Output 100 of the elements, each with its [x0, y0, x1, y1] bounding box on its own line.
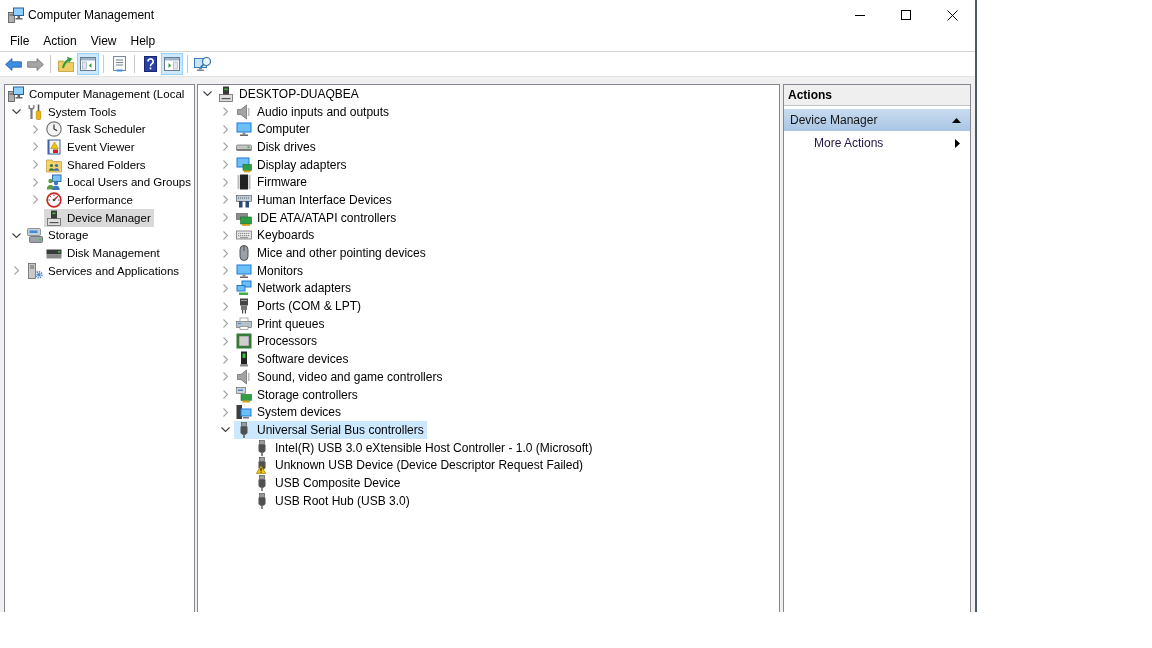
menu-item[interactable]: Action: [36, 31, 84, 50]
chevron-right-icon[interactable]: [222, 248, 228, 258]
display-adapter-icon: [236, 156, 252, 173]
tree-item[interactable]: Storage: [25, 226, 92, 245]
processor-icon: [236, 333, 252, 350]
tree-item[interactable]: Print queues: [234, 314, 328, 333]
tree-item[interactable]: Keyboards: [234, 226, 318, 245]
tree-item[interactable]: USB Root Hub (USB 3.0): [252, 491, 413, 510]
tree-item[interactable]: Intel(R) USB 3.0 eXtensible Host Controller - 1.0 (Microsoft): [252, 438, 596, 457]
tree-item[interactable]: System Tools: [25, 102, 120, 121]
chevron-right-icon[interactable]: [222, 124, 228, 134]
tree-item[interactable]: Mice and other pointing devices: [234, 244, 429, 263]
device-icon: [46, 209, 62, 226]
chevron-right-icon[interactable]: [32, 124, 38, 134]
chevron-right-icon[interactable]: [32, 160, 38, 170]
tree-item[interactable]: Network adapters: [234, 279, 355, 298]
tree-item[interactable]: Shared Folders: [44, 155, 149, 174]
chevron-down-icon[interactable]: [11, 109, 21, 115]
computer-icon: [8, 7, 24, 23]
window-title: Computer Management: [28, 8, 155, 22]
chevron-right-icon[interactable]: [222, 160, 228, 170]
tree-item[interactable]: Universal Serial Bus controllers: [234, 420, 427, 439]
chevron-down-icon[interactable]: [220, 427, 230, 433]
maximize-icon: [901, 10, 911, 20]
chevron-right-icon[interactable]: [222, 390, 228, 400]
panel-left-icon: [80, 57, 96, 71]
tree-item[interactable]: Storage controllers: [234, 385, 361, 404]
action-item[interactable]: More Actions: [784, 133, 970, 153]
tree-item[interactable]: Computer: [234, 120, 313, 139]
storage-icon: [27, 227, 43, 244]
chevron-right-icon[interactable]: [32, 177, 38, 187]
gauge-icon: [46, 191, 62, 208]
tree-item[interactable]: Device Manager: [44, 208, 154, 227]
back-arrow-icon: [4, 57, 22, 71]
chevron-right-icon[interactable]: [222, 336, 228, 346]
tree-item[interactable]: Human Interface Devices: [234, 190, 395, 209]
tree-item[interactable]: Disk drives: [234, 137, 319, 156]
tree-item[interactable]: Services and Applications: [25, 261, 183, 280]
tree-item[interactable]: Ports (COM & LPT): [234, 297, 364, 316]
document-icon: [112, 56, 126, 72]
chevron-right-icon[interactable]: [222, 354, 228, 364]
computer-icon: [8, 85, 24, 102]
tree-item[interactable]: Audio inputs and outputs: [234, 102, 393, 121]
pane-header: Actions: [784, 85, 970, 106]
tree-item[interactable]: DESKTOP-DUAQBEA: [216, 85, 362, 103]
log-book-icon: [46, 138, 62, 155]
shared-folder-icon: [46, 156, 62, 173]
monitor-icon: [236, 262, 252, 279]
tree-item[interactable]: Processors: [234, 332, 321, 351]
chevron-right-icon[interactable]: [222, 230, 228, 240]
speaker-icon: [236, 103, 252, 120]
tree-item[interactable]: USB Composite Device: [252, 473, 404, 492]
tree-item[interactable]: Computer Management (Local: [6, 85, 188, 103]
tree-item[interactable]: IDE ATA/ATAPI controllers: [234, 208, 400, 227]
chevron-right-icon[interactable]: [222, 177, 228, 187]
chevron-right-icon[interactable]: [222, 107, 228, 117]
help-icon: [143, 56, 157, 72]
chevron-right-icon[interactable]: [222, 319, 228, 329]
tree-item[interactable]: Performance: [44, 190, 136, 209]
tree-item[interactable]: Monitors: [234, 261, 306, 280]
monitor-tower-icon: [236, 404, 252, 421]
tree-item[interactable]: Local Users and Groups: [44, 173, 194, 192]
tree-item[interactable]: Event Viewer: [44, 137, 138, 156]
chevron-down-icon[interactable]: [11, 232, 21, 238]
mouse-icon: [236, 245, 252, 262]
chevron-right-icon[interactable]: [222, 407, 228, 417]
menu-item[interactable]: View: [83, 31, 124, 50]
tree-item[interactable]: Software devices: [234, 350, 352, 369]
chevron-right-icon[interactable]: [222, 301, 228, 311]
chevron-right-icon[interactable]: [222, 372, 228, 382]
tree-item[interactable]: System devices: [234, 403, 345, 422]
menu-item[interactable]: Help: [123, 31, 163, 50]
chevron-right-icon[interactable]: [222, 266, 228, 276]
tree-item[interactable]: Display adapters: [234, 155, 350, 174]
chevron-right-icon[interactable]: [222, 195, 228, 205]
speaker-icon: [236, 368, 252, 385]
tree-item[interactable]: Unknown USB Device (Device Descriptor Request Failed): [252, 456, 587, 475]
tree-item[interactable]: Task Scheduler: [44, 120, 149, 139]
folder-up-icon: [58, 56, 74, 72]
chevron-right-icon[interactable]: [222, 283, 228, 293]
minimize-icon: [855, 14, 865, 16]
storage-controller-icon: [236, 386, 252, 403]
chevron-right-icon[interactable]: [222, 142, 228, 152]
chevron-right-icon[interactable]: [222, 213, 228, 223]
action-group-header[interactable]: Device Manager: [784, 109, 970, 131]
chevron-right-icon[interactable]: [13, 266, 19, 276]
printer-icon: [236, 315, 252, 332]
monitor-search-icon: [194, 56, 212, 72]
clock-icon: [46, 121, 62, 138]
console-tree-toggle[interactable]: [77, 53, 99, 75]
tree-item[interactable]: Disk Management: [44, 244, 163, 263]
chevron-down-icon[interactable]: [202, 91, 212, 97]
tree-item[interactable]: Sound, video and game controllers: [234, 367, 446, 386]
chevron-right-icon[interactable]: [32, 195, 38, 205]
tools-icon: [27, 103, 43, 120]
action-pane-toggle[interactable]: [161, 53, 183, 75]
chevron-right-icon[interactable]: [32, 142, 38, 152]
menu-item[interactable]: File: [3, 31, 37, 50]
tree-item[interactable]: Firmware: [234, 173, 310, 192]
server-gear-icon: [27, 262, 43, 279]
